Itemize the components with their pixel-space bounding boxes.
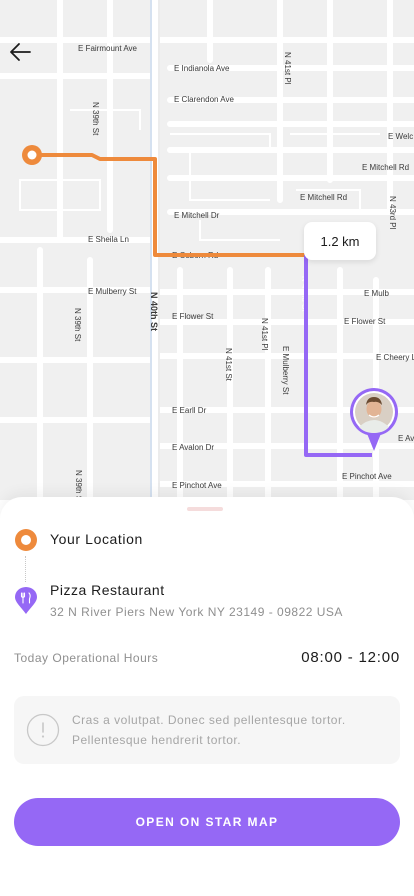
street-label: E Flower St bbox=[344, 317, 386, 326]
destination-title: Pizza Restaurant bbox=[50, 582, 165, 598]
street-label: E Mitchell Dr bbox=[174, 211, 220, 220]
street-label: E Mulb bbox=[364, 289, 389, 298]
route-connector bbox=[25, 556, 26, 582]
hours-value: 08:00 - 12:00 bbox=[301, 649, 400, 666]
open-star-map-button[interactable]: OPEN ON STAR MAP bbox=[14, 798, 400, 846]
street-label: E Welc bbox=[388, 132, 413, 141]
street-label: E Mitchell Rd bbox=[300, 193, 347, 202]
hours-label: Today Operational Hours bbox=[14, 651, 159, 665]
location-sheet: Your Location Pizza Restaurant 32 N Rive… bbox=[0, 497, 414, 896]
arrow-left-icon bbox=[10, 43, 31, 61]
street-label: E Av bbox=[398, 434, 414, 443]
map-view[interactable]: E Fairmount Ave E Indianola Ave E Claren… bbox=[0, 0, 414, 500]
note-text: Cras a volutpat. Donec sed pellentesque … bbox=[72, 713, 346, 747]
destination-row: Pizza Restaurant 32 N River Piers New Yo… bbox=[14, 581, 400, 625]
origin-label: Your Location bbox=[50, 531, 143, 547]
location-ring-icon bbox=[14, 528, 38, 552]
origin-row: Your Location bbox=[14, 527, 400, 553]
origin-marker-icon bbox=[20, 143, 44, 167]
avatar-pin-icon[interactable] bbox=[348, 387, 400, 457]
street-label: N 39th St bbox=[73, 308, 82, 342]
distance-label: 1.2 km bbox=[320, 233, 360, 249]
street-label: E Mulberry St bbox=[281, 346, 290, 395]
info-note: Cras a volutpat. Donec sed pellentesque … bbox=[14, 696, 400, 764]
back-button[interactable] bbox=[8, 42, 40, 74]
street-label: N 39th St bbox=[74, 470, 83, 500]
street-label: N 39th St bbox=[91, 102, 100, 136]
street-label: N 40th St bbox=[149, 292, 159, 331]
street-label: N 41st Pl bbox=[260, 318, 269, 351]
street-label: E Pinchot Ave bbox=[172, 481, 222, 490]
street-label: E Cheery L bbox=[376, 353, 414, 362]
restaurant-pin-icon bbox=[14, 587, 38, 615]
street-label: E Indianola Ave bbox=[174, 64, 230, 73]
street-label: E Avalon Dr bbox=[172, 443, 214, 452]
street-label: E Mitchell Rd bbox=[362, 163, 409, 172]
sheet-handle[interactable] bbox=[187, 507, 223, 511]
street-label: N 41st Pl bbox=[283, 52, 292, 85]
info-icon bbox=[26, 713, 60, 747]
street-label: E Mulberry St bbox=[88, 287, 137, 296]
street-label: E Flower St bbox=[172, 312, 214, 321]
street-label: E Clarendon Ave bbox=[174, 95, 234, 104]
street-label: E Fairmount Ave bbox=[78, 44, 138, 53]
street-label: N 41st St bbox=[224, 348, 233, 382]
destination-address: 32 N River Piers New York NY 23149 - 098… bbox=[50, 605, 343, 619]
distance-bubble: 1.2 km bbox=[304, 222, 376, 260]
street-label: E Sheila Ln bbox=[88, 235, 129, 244]
street-label: N 43rd Pl bbox=[388, 196, 397, 230]
hours-row: Today Operational Hours 08:00 - 12:00 bbox=[14, 649, 400, 669]
street-label: E Pinchot Ave bbox=[342, 472, 392, 481]
street-label: E Earll Dr bbox=[172, 406, 207, 415]
